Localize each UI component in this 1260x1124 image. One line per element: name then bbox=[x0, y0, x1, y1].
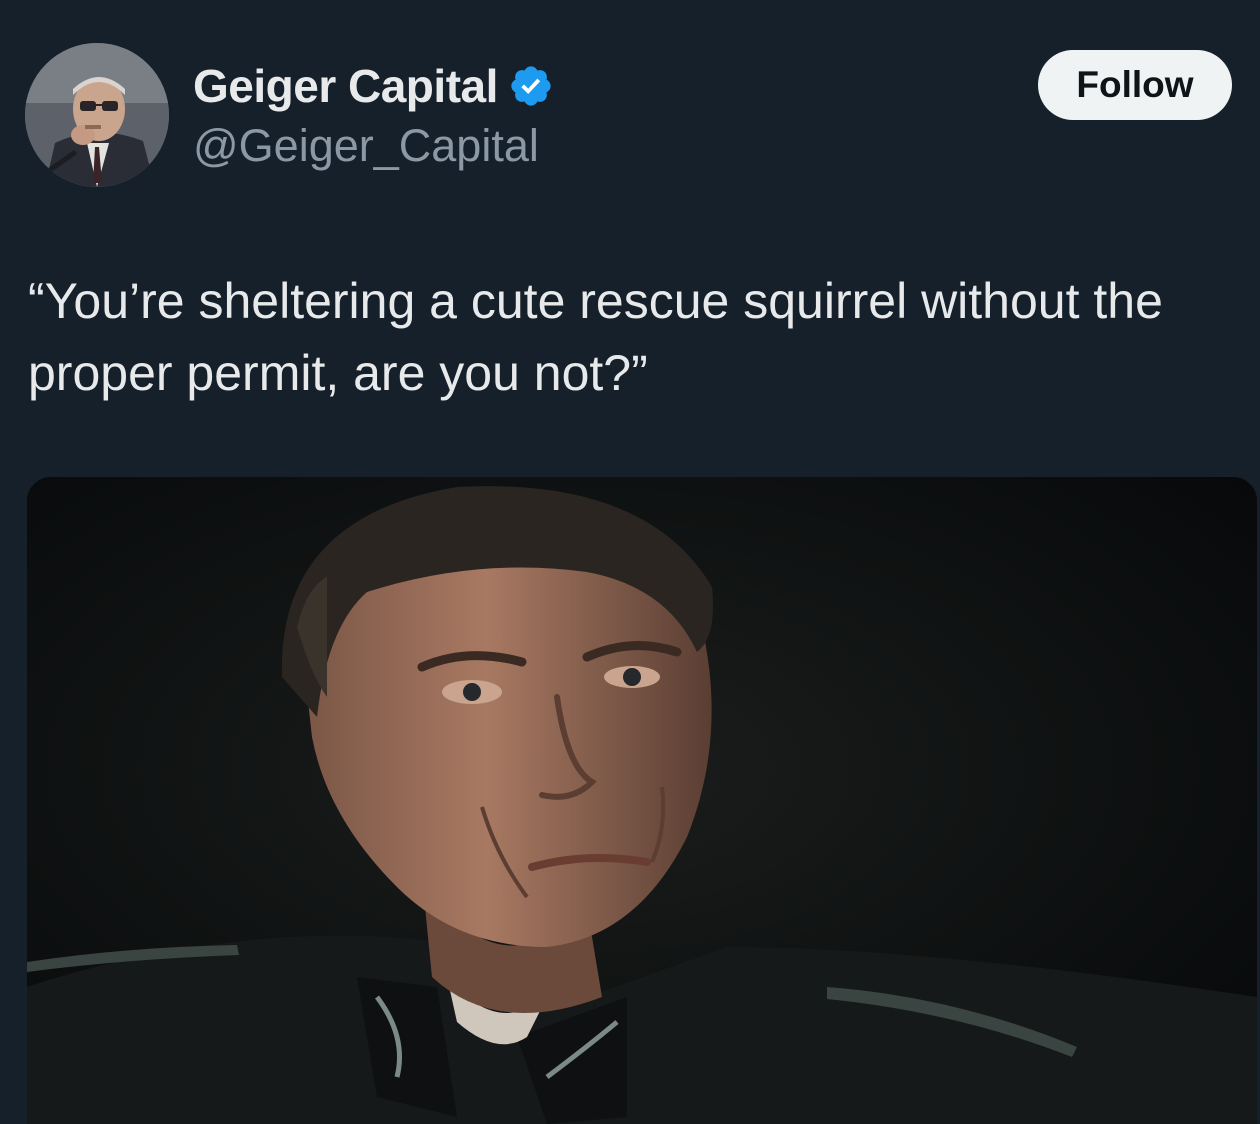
user-handle[interactable]: @Geiger_Capital bbox=[193, 120, 539, 172]
tweet-media-photo[interactable] bbox=[27, 477, 1257, 1124]
follow-button[interactable]: Follow bbox=[1038, 50, 1232, 120]
verified-badge-icon bbox=[508, 63, 554, 109]
tweet-card: Geiger Capital @Geiger_Capital Follow “Y… bbox=[0, 0, 1260, 1124]
user-avatar[interactable] bbox=[25, 43, 169, 187]
display-name-row: Geiger Capital bbox=[193, 58, 554, 114]
photo-image bbox=[27, 477, 1257, 1124]
avatar-photo bbox=[25, 43, 169, 187]
display-name[interactable]: Geiger Capital bbox=[193, 59, 498, 113]
tweet-text: “You’re sheltering a cute rescue squirre… bbox=[28, 273, 1163, 401]
